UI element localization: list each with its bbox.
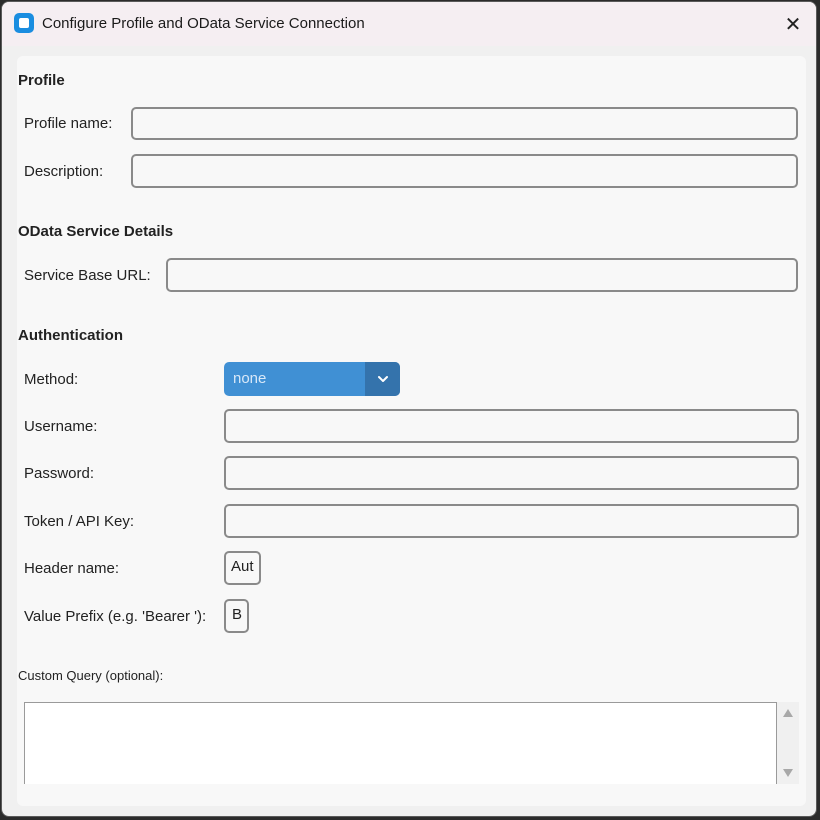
method-label: Method: [24, 371, 79, 388]
profile-heading: Profile [18, 72, 65, 89]
method-selected-value: none [233, 370, 267, 387]
custom-query-label: Custom Query (optional): [18, 668, 164, 683]
base-url-input[interactable] [166, 258, 798, 292]
value-prefix-label: Value Prefix (e.g. 'Bearer '): [24, 608, 207, 625]
token-input[interactable] [224, 504, 799, 538]
value-prefix-input[interactable]: B [224, 599, 249, 633]
profile-name-input[interactable] [131, 107, 798, 140]
scroll-up-icon[interactable] [783, 709, 793, 717]
window-title: Configure Profile and OData Service Conn… [42, 15, 365, 32]
token-label: Token / API Key: [24, 513, 135, 530]
description-label: Description: [24, 163, 104, 180]
password-label: Password: [24, 465, 95, 482]
dialog-window: Configure Profile and OData Service Conn… [1, 1, 817, 817]
form-panel: Profile Profile name: Description: OData… [17, 56, 806, 806]
chevron-down-icon[interactable] [365, 362, 400, 396]
username-input[interactable] [224, 409, 799, 443]
query-scrollbar[interactable] [777, 702, 799, 784]
profile-name-label: Profile name: [24, 115, 113, 132]
description-input[interactable] [131, 154, 798, 188]
password-input[interactable] [224, 456, 799, 490]
username-label: Username: [24, 418, 98, 435]
method-select[interactable]: none [224, 362, 400, 396]
custom-query-textarea[interactable] [24, 702, 777, 784]
odata-heading: OData Service Details [18, 223, 174, 240]
close-button[interactable]: ✕ [778, 9, 808, 39]
title-bar: Configure Profile and OData Service Conn… [2, 2, 816, 46]
scroll-down-icon[interactable] [783, 769, 793, 777]
header-name-label: Header name: [24, 560, 120, 577]
app-icon [14, 13, 34, 33]
header-name-input[interactable]: Aut [224, 551, 261, 585]
close-icon: ✕ [784, 13, 802, 36]
authentication-heading: Authentication [18, 327, 123, 344]
base-url-label: Service Base URL: [24, 267, 151, 284]
